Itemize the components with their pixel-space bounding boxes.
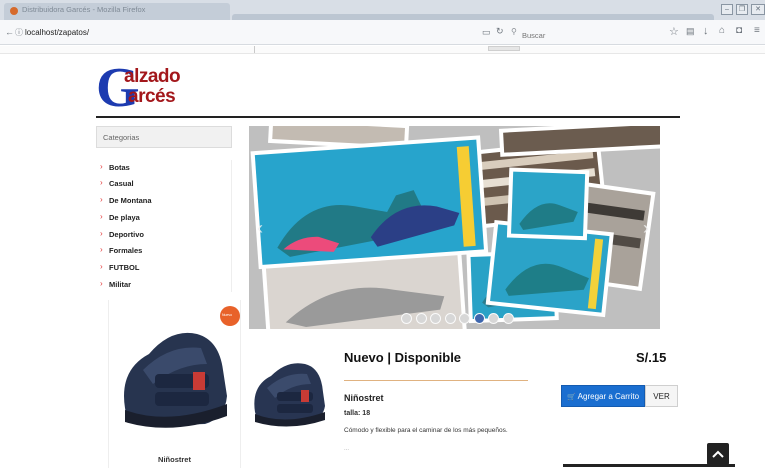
chevron-right-icon: › [100, 245, 103, 254]
category-label: De Montana [109, 196, 152, 205]
firefox-icon [10, 7, 18, 15]
category-label: Deportivo [109, 230, 145, 239]
carousel-slide-image [249, 126, 660, 329]
carousel-dot[interactable] [473, 313, 485, 324]
view-button[interactable]: VER [645, 385, 678, 407]
chevron-right-icon: › [100, 178, 103, 187]
category-item-casual[interactable]: › Casual [96, 176, 232, 192]
category-item-futbol[interactable]: › FUTBOL [96, 260, 232, 276]
new-badge: Nuevo [220, 306, 240, 326]
carousel-prev-icon[interactable]: ‹ [257, 218, 263, 239]
category-label: Botas [109, 163, 130, 172]
cart-icon: 🛒 [566, 394, 576, 401]
product-status-heading: Nuevo | Disponible [344, 350, 462, 365]
carousel-dot[interactable] [459, 313, 470, 324]
carousel-dot[interactable] [401, 313, 412, 324]
window-titlebar: Distribuidora Garcés - Mozilla Firefox ‒… [0, 0, 765, 20]
chevron-right-icon: › [100, 212, 103, 221]
chevron-up-icon [712, 450, 724, 458]
browser-page: Distribuidora Garcés - Mozilla Firefox ‒… [0, 0, 765, 468]
category-label: De playa [109, 213, 140, 222]
category-label: Formales [109, 246, 143, 255]
carousel-dot[interactable] [502, 313, 514, 324]
product-detail-image[interactable] [249, 352, 329, 427]
top-bar-control[interactable] [488, 46, 520, 51]
category-label: Militar [109, 280, 132, 289]
chevron-right-icon: › [100, 195, 103, 204]
divider [254, 46, 255, 53]
menu-icon[interactable]: ≡ [754, 25, 760, 36]
carousel-dot[interactable] [488, 313, 499, 324]
minimize-icon[interactable]: ‒ [721, 4, 733, 15]
logo-word-1: alzado [124, 66, 181, 87]
search-icon: ⚲ [511, 27, 517, 36]
download-icon[interactable]: ↓ [703, 25, 709, 37]
product-price: S/.15 [636, 350, 667, 365]
footer-bar [563, 464, 735, 467]
home-icon[interactable]: ⌂ [719, 25, 725, 36]
category-label: Casual [109, 179, 134, 188]
library-icon[interactable]: ▤ [686, 26, 695, 37]
chevron-right-icon: › [100, 279, 103, 288]
page-top-bar [0, 46, 765, 54]
add-to-cart-button[interactable]: 🛒 Agregar a Carrito [561, 385, 645, 407]
carousel-dot[interactable] [444, 313, 456, 324]
chevron-right-icon: › [100, 229, 103, 238]
detail-divider [344, 380, 528, 381]
header-divider [96, 116, 680, 118]
category-item-militar[interactable]: › Militar [96, 277, 232, 293]
product-card[interactable] [108, 300, 241, 468]
close-icon[interactable]: ✕ [751, 4, 765, 15]
image-carousel[interactable]: ‹ › [249, 126, 660, 329]
category-item-formales[interactable]: › Formales [96, 243, 232, 259]
carousel-dot[interactable] [415, 313, 427, 324]
size-label: talla: [344, 410, 361, 417]
product-name: Niñostret [344, 393, 384, 403]
carousel-dot[interactable] [430, 313, 441, 324]
category-list: › Botas › Casual › De Montana › De playa › De… [96, 160, 232, 292]
url-bar[interactable]: localhost/zapatos/ [25, 28, 89, 37]
product-description: Cómodo y flexible para el caminar de los… [344, 427, 508, 434]
category-item-de-playa[interactable]: › De playa [96, 210, 232, 226]
add-to-cart-label: Agregar a Carrito [577, 392, 640, 401]
pocket-icon[interactable]: ◘ [736, 25, 742, 36]
categories-header: Categorias [96, 126, 232, 148]
reload-icon[interactable]: ↻ [496, 26, 504, 37]
category-item-de-montana[interactable]: › De Montana [96, 193, 232, 209]
product-size: talla: 18 [344, 410, 370, 417]
site-logo[interactable]: G alzado arcés [96, 60, 186, 116]
back-icon[interactable]: ← [5, 27, 14, 37]
bookmark-star-icon[interactable]: ☆ [669, 25, 679, 38]
reader-view-icon[interactable]: ▭ [482, 27, 491, 38]
maximize-icon[interactable]: ❐ [736, 4, 748, 15]
logo-word-2: arcés [128, 86, 176, 107]
search-field[interactable]: ⚲ [511, 25, 656, 43]
category-item-botas[interactable]: › Botas [96, 160, 232, 176]
product-card-name[interactable]: Niñostret [108, 455, 241, 464]
chevron-right-icon: › [100, 262, 103, 271]
category-item-deportivo[interactable]: › Deportivo [96, 227, 232, 243]
description-ellipsis: ... [344, 446, 350, 452]
category-label: FUTBOL [109, 263, 140, 272]
window-title: Distribuidora Garcés - Mozilla Firefox [22, 5, 146, 14]
size-value: 18 [362, 410, 371, 417]
navigation-bar: ← ⓘ localhost/zapatos/ ▭ ↻ ⚲ ☆ ▤ ↓ ⌂ ◘ ≡ [0, 20, 765, 45]
badge-label: Nuevo [222, 313, 233, 317]
carousel-next-icon[interactable]: › [643, 218, 649, 239]
scroll-to-top-button[interactable] [707, 443, 729, 465]
search-input[interactable] [511, 28, 656, 43]
chevron-right-icon: › [100, 162, 103, 171]
info-icon[interactable]: ⓘ [15, 27, 23, 38]
